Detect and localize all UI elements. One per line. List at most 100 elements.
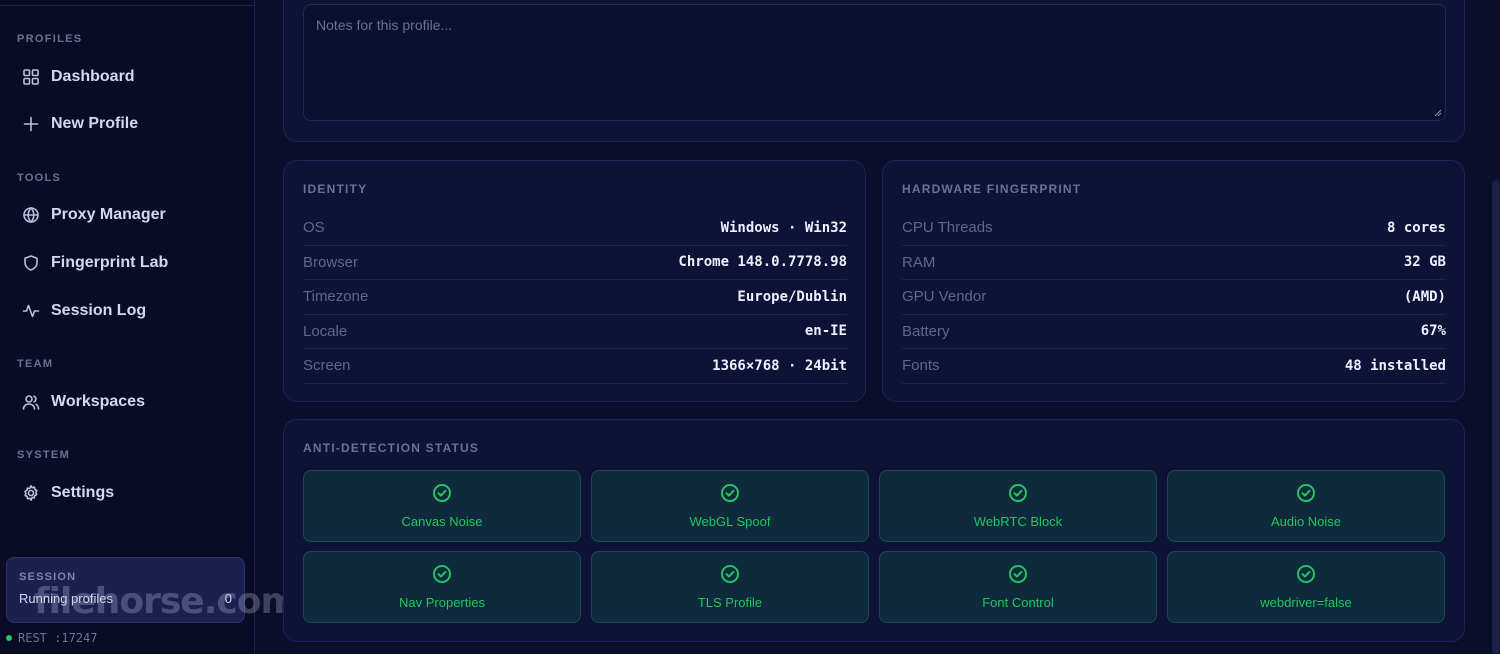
identity-key: Screen	[303, 357, 351, 375]
identity-key: Locale	[303, 322, 348, 340]
sidebar-item-dashboard[interactable]: Dashboard	[10, 57, 246, 97]
section-heading-team: TEAM	[17, 358, 54, 370]
plus-icon	[22, 115, 40, 133]
resize-handle-icon[interactable]	[1434, 109, 1442, 117]
sidebar-item-label: Fingerprint Lab	[51, 254, 169, 271]
protection-tile-webrtc-block: WebRTC Block	[879, 470, 1157, 542]
notes-placeholder: Notes for this profile...	[316, 17, 453, 33]
check-circle-icon	[720, 483, 740, 508]
sidebar-item-label: Proxy Manager	[51, 206, 166, 223]
api-status-text: REST :17247	[18, 631, 98, 645]
identity-value: en-IE	[804, 323, 847, 340]
protection-label: webdriver=false	[1260, 595, 1352, 610]
section-heading-tools: TOOLS	[17, 172, 62, 184]
protection-label: Audio Noise	[1270, 514, 1342, 529]
identity-row: OS Windows · Win32	[303, 211, 847, 246]
notes-textarea[interactable]: Notes for this profile...	[303, 4, 1446, 121]
protection-tile-font-control: Font Control	[879, 551, 1157, 623]
activity-icon	[22, 302, 40, 320]
shield-icon	[22, 254, 40, 272]
sidebar-item-label: New Profile	[51, 115, 139, 132]
protection-label: WebGL Spoof	[689, 514, 771, 529]
scrollbar[interactable]	[1492, 180, 1500, 654]
check-circle-icon	[1296, 483, 1316, 508]
hardware-row: Fonts 48 installed	[902, 349, 1446, 384]
sidebar-item-label: Settings	[51, 484, 115, 501]
identity-row: Timezone Europe/Dublin	[303, 280, 847, 315]
protection-tile-tls-profile: TLS Profile	[591, 551, 869, 623]
identity-heading: IDENTITY	[303, 182, 368, 196]
hardware-value: 32 GB	[1403, 254, 1446, 271]
sidebar: PROFILES Dashboard New Profile TOOLS Pro…	[0, 0, 298, 654]
protection-label: Canvas Noise	[401, 514, 483, 529]
hardware-row: GPU Vendor (AMD)	[902, 280, 1446, 315]
hardware-card: HARDWARE FINGERPRINT CPU Threads 8 cores …	[882, 160, 1465, 402]
sidebar-item-settings[interactable]: Settings	[10, 473, 246, 513]
hardware-key: RAM	[902, 253, 936, 271]
protection-label: WebRTC Block	[973, 514, 1063, 529]
section-heading-profiles: PROFILES	[17, 33, 83, 45]
identity-list: OS Windows · Win32 Browser Chrome 148.0.77…	[303, 211, 847, 384]
main-content: Notes for this profile... IDENTITY OS Win…	[255, 0, 1500, 654]
sidebar-divider	[0, 5, 254, 6]
identity-card: IDENTITY OS Windows · Win32 Browser Chrome…	[283, 160, 866, 402]
check-circle-icon	[432, 564, 452, 589]
hardware-key: Fonts	[902, 357, 940, 375]
sidebar-item-label: Workspaces	[51, 393, 145, 410]
api-status: REST :17247	[6, 631, 97, 645]
hardware-row: Battery 67%	[902, 315, 1446, 349]
identity-value: Chrome 148.0.7778.98	[678, 254, 847, 271]
hardware-value: (AMD)	[1403, 288, 1446, 305]
hardware-key: CPU Threads	[902, 219, 993, 237]
gear-icon	[22, 484, 40, 502]
protection-label: Font Control	[982, 595, 1054, 610]
protection-tile-nav-properties: Nav Properties	[303, 551, 581, 623]
identity-row: Locale en-IE	[303, 315, 847, 349]
hardware-row: CPU Threads 8 cores	[902, 211, 1446, 246]
grid-icon	[22, 68, 40, 86]
identity-key: OS	[303, 219, 325, 237]
section-heading-system: SYSTEM	[17, 449, 71, 461]
identity-row: Browser Chrome 148.0.7778.98	[303, 246, 847, 280]
notes-card: Notes for this profile...	[283, 0, 1465, 142]
running-profiles-label: Running profiles	[19, 591, 113, 606]
protection-tile-audio-noise: Audio Noise	[1167, 470, 1445, 542]
hardware-row: RAM 32 GB	[902, 246, 1446, 280]
sidebar-item-session-log[interactable]: Session Log	[10, 291, 246, 331]
identity-row: Screen 1366×768 · 24bit	[303, 349, 847, 384]
identity-key: Timezone	[303, 288, 369, 306]
hardware-key: GPU Vendor	[902, 288, 987, 306]
session-panel: SESSION Running profiles 0	[6, 557, 245, 623]
session-heading: SESSION	[19, 571, 77, 583]
sidebar-item-proxy-manager[interactable]: Proxy Manager	[10, 195, 246, 235]
identity-value: Windows · Win32	[720, 219, 847, 236]
sidebar-item-new-profile[interactable]: New Profile	[10, 104, 246, 144]
hardware-value: 48 installed	[1344, 357, 1446, 374]
sidebar-item-fingerprint-lab[interactable]: Fingerprint Lab	[10, 243, 246, 283]
protection-tile-canvas-noise: Canvas Noise	[303, 470, 581, 542]
identity-key: Browser	[303, 253, 359, 271]
check-circle-icon	[1296, 564, 1316, 589]
sidebar-item-label: Session Log	[51, 302, 147, 319]
running-profiles-count: 0	[224, 591, 232, 606]
status-dot-icon	[6, 635, 12, 641]
protection-tile-webdriver: webdriver=false	[1167, 551, 1445, 623]
protection-label: TLS Profile	[697, 595, 763, 610]
protection-label: Nav Properties	[399, 595, 485, 610]
hardware-key: Battery	[902, 322, 950, 340]
hardware-value: 67%	[1420, 323, 1446, 340]
anti-detection-heading: ANTI-DETECTION STATUS	[303, 441, 480, 455]
anti-detection-card: ANTI-DETECTION STATUS Canvas Noise WebGL…	[283, 419, 1465, 642]
check-circle-icon	[720, 564, 740, 589]
sidebar-item-label: Dashboard	[51, 68, 135, 85]
hardware-list: CPU Threads 8 cores RAM 32 GB GPU Vendor (A…	[902, 211, 1446, 384]
protection-tile-webgl-spoof: WebGL Spoof	[591, 470, 869, 542]
check-circle-icon	[1008, 564, 1028, 589]
users-icon	[22, 393, 40, 411]
hardware-value: 8 cores	[1386, 219, 1446, 236]
check-circle-icon	[1008, 483, 1028, 508]
identity-value: Europe/Dublin	[737, 288, 847, 305]
check-circle-icon	[432, 483, 452, 508]
hardware-heading: HARDWARE FINGERPRINT	[902, 182, 1082, 196]
sidebar-item-workspaces[interactable]: Workspaces	[10, 382, 246, 422]
